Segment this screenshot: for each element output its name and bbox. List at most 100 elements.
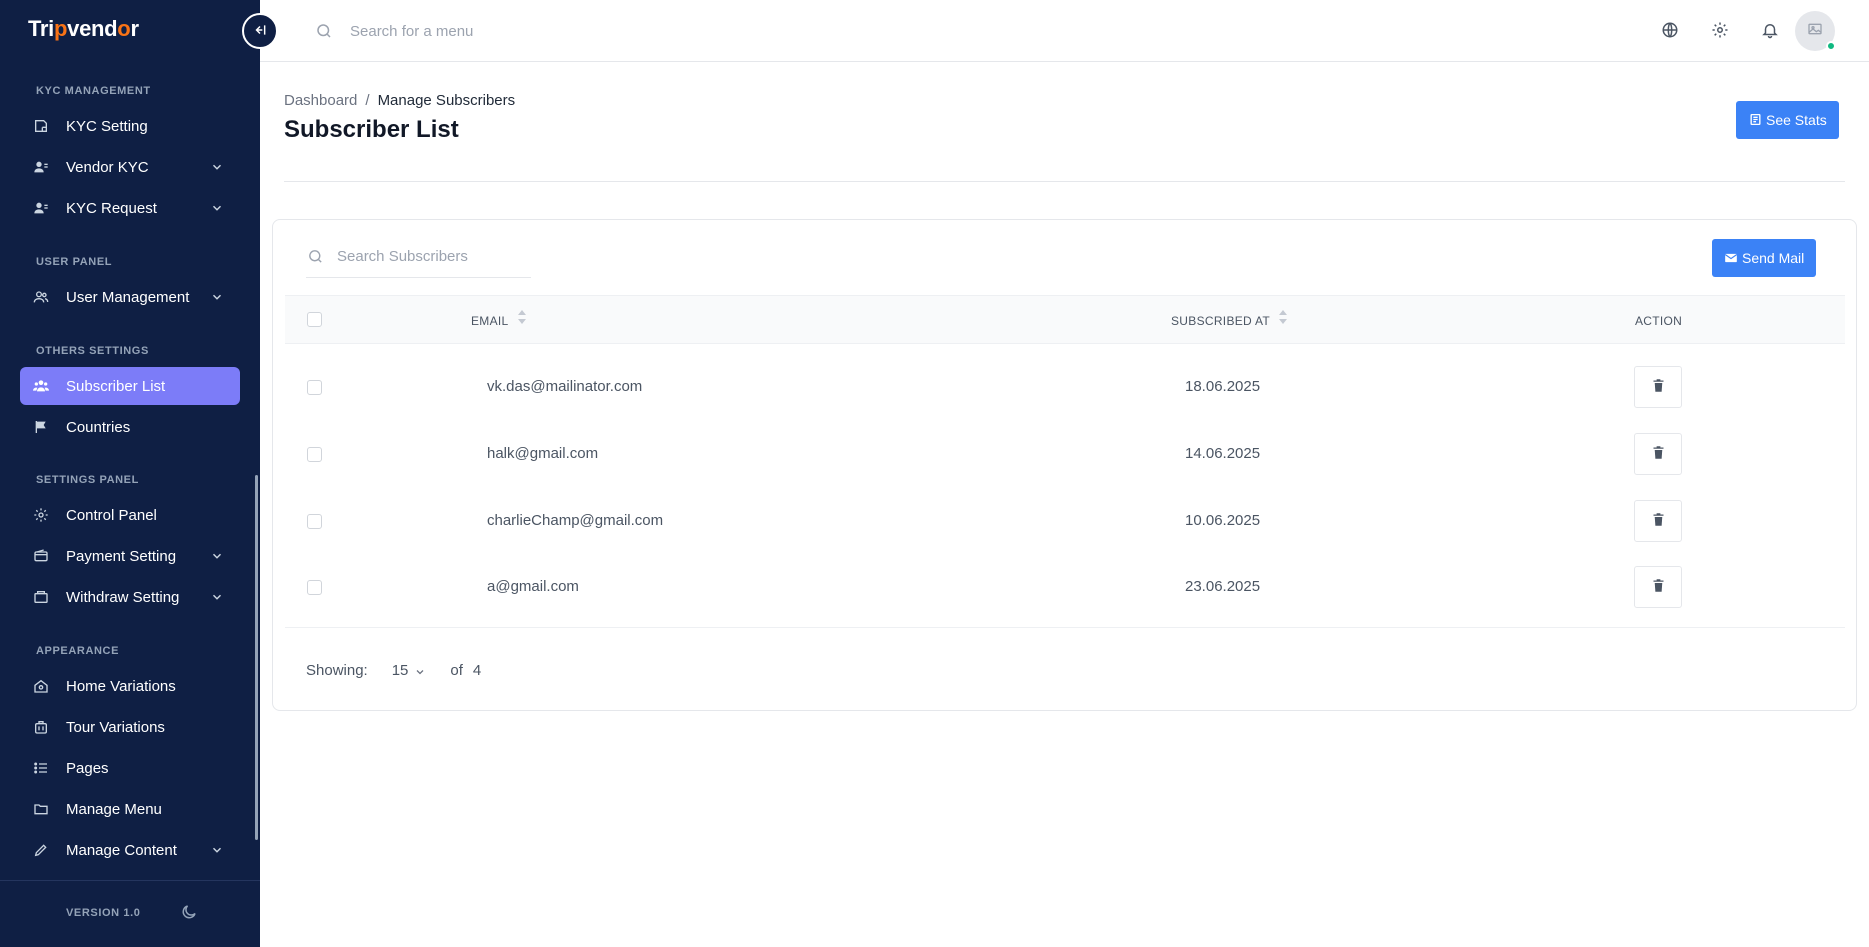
table-row: charlieChamp@gmail.com 10.06.2025 <box>285 488 1845 554</box>
sidebar-item-label: Home Variations <box>66 677 176 695</box>
collapse-arrow-icon <box>253 23 267 40</box>
users-icon <box>32 158 50 176</box>
header-divider <box>284 181 1845 182</box>
row-checkbox[interactable] <box>307 514 322 529</box>
gear-icon <box>32 506 50 524</box>
sidebar-scrollbar[interactable] <box>255 475 258 840</box>
stats-icon <box>1748 113 1762 127</box>
sidebar-item-label: Tour Variations <box>66 718 165 736</box>
cell-email: a@gmail.com <box>487 578 579 595</box>
sidebar-item-label: Withdraw Setting <box>66 588 180 606</box>
globe-icon[interactable] <box>1661 21 1681 41</box>
column-header-subscribed-at[interactable]: SUBSCRIBED AT <box>1171 310 1288 328</box>
users-icon <box>32 199 50 217</box>
table-row: a@gmail.com 23.06.2025 <box>285 554 1845 620</box>
breadcrumb-separator: / <box>365 92 370 109</box>
sidebar-item-control-panel[interactable]: Control Panel <box>20 496 240 534</box>
per-page-select[interactable]: 15 <box>392 662 427 679</box>
sidebar-item-manage-menu[interactable]: Manage Menu <box>20 790 240 828</box>
sidebar-collapse-button[interactable] <box>242 13 278 49</box>
folder-icon <box>32 800 50 818</box>
see-stats-button[interactable]: See Stats <box>1736 101 1839 139</box>
subscribers-icon <box>32 377 50 395</box>
of-label: of <box>450 662 463 679</box>
showing-label: Showing: <box>306 662 368 679</box>
breadcrumb-dashboard[interactable]: Dashboard <box>284 92 357 109</box>
bell-icon[interactable] <box>1761 21 1781 41</box>
chevron-down-icon <box>210 160 224 174</box>
cell-date: 23.06.2025 <box>1185 578 1261 595</box>
row-checkbox[interactable] <box>307 580 322 595</box>
delete-button[interactable] <box>1634 366 1682 408</box>
search-underline <box>306 277 531 278</box>
section-title-appearance: APPEARANCE <box>36 645 120 657</box>
sidebar-item-pages[interactable]: Pages <box>20 749 240 787</box>
sidebar-item-manage-content[interactable]: Manage Content <box>20 831 240 869</box>
trash-icon <box>1651 578 1666 596</box>
section-title-user-panel: USER PANEL <box>36 256 113 268</box>
search-icon <box>307 248 324 265</box>
column-header-action: ACTION <box>1635 314 1683 328</box>
sidebar-item-countries[interactable]: Countries <box>20 408 240 446</box>
sidebar-item-payment-setting[interactable]: Payment Setting <box>20 537 240 575</box>
sort-icon[interactable] <box>1278 310 1288 324</box>
sidebar-item-label: User Management <box>66 288 190 306</box>
table-footer-divider <box>285 627 1845 628</box>
gear-icon[interactable] <box>1711 21 1731 41</box>
pencil-icon <box>32 841 50 859</box>
table-row: halk@gmail.com 14.06.2025 <box>285 421 1845 487</box>
sidebar-item-tour-variations[interactable]: Tour Variations <box>20 708 240 746</box>
sidebar-item-label: Vendor KYC <box>66 158 149 176</box>
cell-date: 10.06.2025 <box>1185 512 1261 529</box>
sidebar-item-kyc-request[interactable]: KYC Request <box>20 189 240 227</box>
menu-search-input[interactable] <box>350 18 750 44</box>
row-checkbox[interactable] <box>307 447 322 462</box>
subscriber-search-input[interactable] <box>337 243 537 269</box>
cell-email: halk@gmail.com <box>487 445 599 462</box>
sidebar-item-kyc-setting[interactable]: KYC Setting <box>20 107 240 145</box>
sidebar-item-home-variations[interactable]: Home Variations <box>20 667 240 705</box>
avatar[interactable] <box>1795 11 1836 51</box>
delete-button[interactable] <box>1634 566 1682 608</box>
section-title-kyc: KYC MANAGEMENT <box>36 85 151 97</box>
sidebar-item-label: KYC Request <box>66 199 157 217</box>
user-group-icon <box>32 288 50 306</box>
withdraw-icon <box>32 588 50 606</box>
kyc-setting-icon <box>32 117 50 135</box>
home-icon <box>32 677 50 695</box>
image-placeholder-icon <box>1807 21 1823 42</box>
pagination-info: Showing: 15 of 4 <box>306 662 481 679</box>
sidebar-item-label: Payment Setting <box>66 547 177 565</box>
logo[interactable]: Tripvendor <box>28 16 139 42</box>
chevron-down-icon <box>414 665 426 677</box>
moon-icon[interactable] <box>180 903 198 921</box>
version-label: VERSION 1.0 <box>66 907 141 919</box>
sidebar-item-withdraw-setting[interactable]: Withdraw Setting <box>20 578 240 616</box>
delete-button[interactable] <box>1634 433 1682 475</box>
sidebar-item-label: Control Panel <box>66 506 157 524</box>
send-mail-button[interactable]: Send Mail <box>1712 239 1817 277</box>
breadcrumb-current: Manage Subscribers <box>377 92 516 109</box>
sort-icon[interactable] <box>517 310 527 324</box>
subscriber-card: Send Mail EMAIL SUBSCRIBED AT ACTION vk.… <box>272 219 1857 711</box>
flag-icon <box>32 418 50 436</box>
chevron-down-icon <box>210 201 224 215</box>
row-checkbox[interactable] <box>307 380 322 395</box>
delete-button[interactable] <box>1634 500 1682 542</box>
sidebar-item-user-management[interactable]: User Management <box>20 278 240 316</box>
select-all-checkbox[interactable] <box>307 312 322 327</box>
sidebar-item-vendor-kyc[interactable]: Vendor KYC <box>20 148 240 186</box>
bag-icon <box>32 718 50 736</box>
table-header: EMAIL SUBSCRIBED AT ACTION <box>285 295 1845 344</box>
sidebar-item-label: Pages <box>66 759 109 777</box>
column-header-email[interactable]: EMAIL <box>471 310 527 328</box>
chevron-down-icon <box>210 590 224 604</box>
sidebar-item-subscriber-list[interactable]: Subscriber List <box>20 367 240 405</box>
wallet-icon <box>32 547 50 565</box>
cell-email: vk.das@mailinator.com <box>487 378 643 395</box>
trash-icon <box>1651 512 1666 530</box>
section-title-others: OTHERS SETTINGS <box>36 345 149 357</box>
sidebar-item-label: Countries <box>66 418 131 436</box>
sidebar-item-label: KYC Setting <box>66 117 148 135</box>
page-title: Subscriber List <box>284 116 459 143</box>
